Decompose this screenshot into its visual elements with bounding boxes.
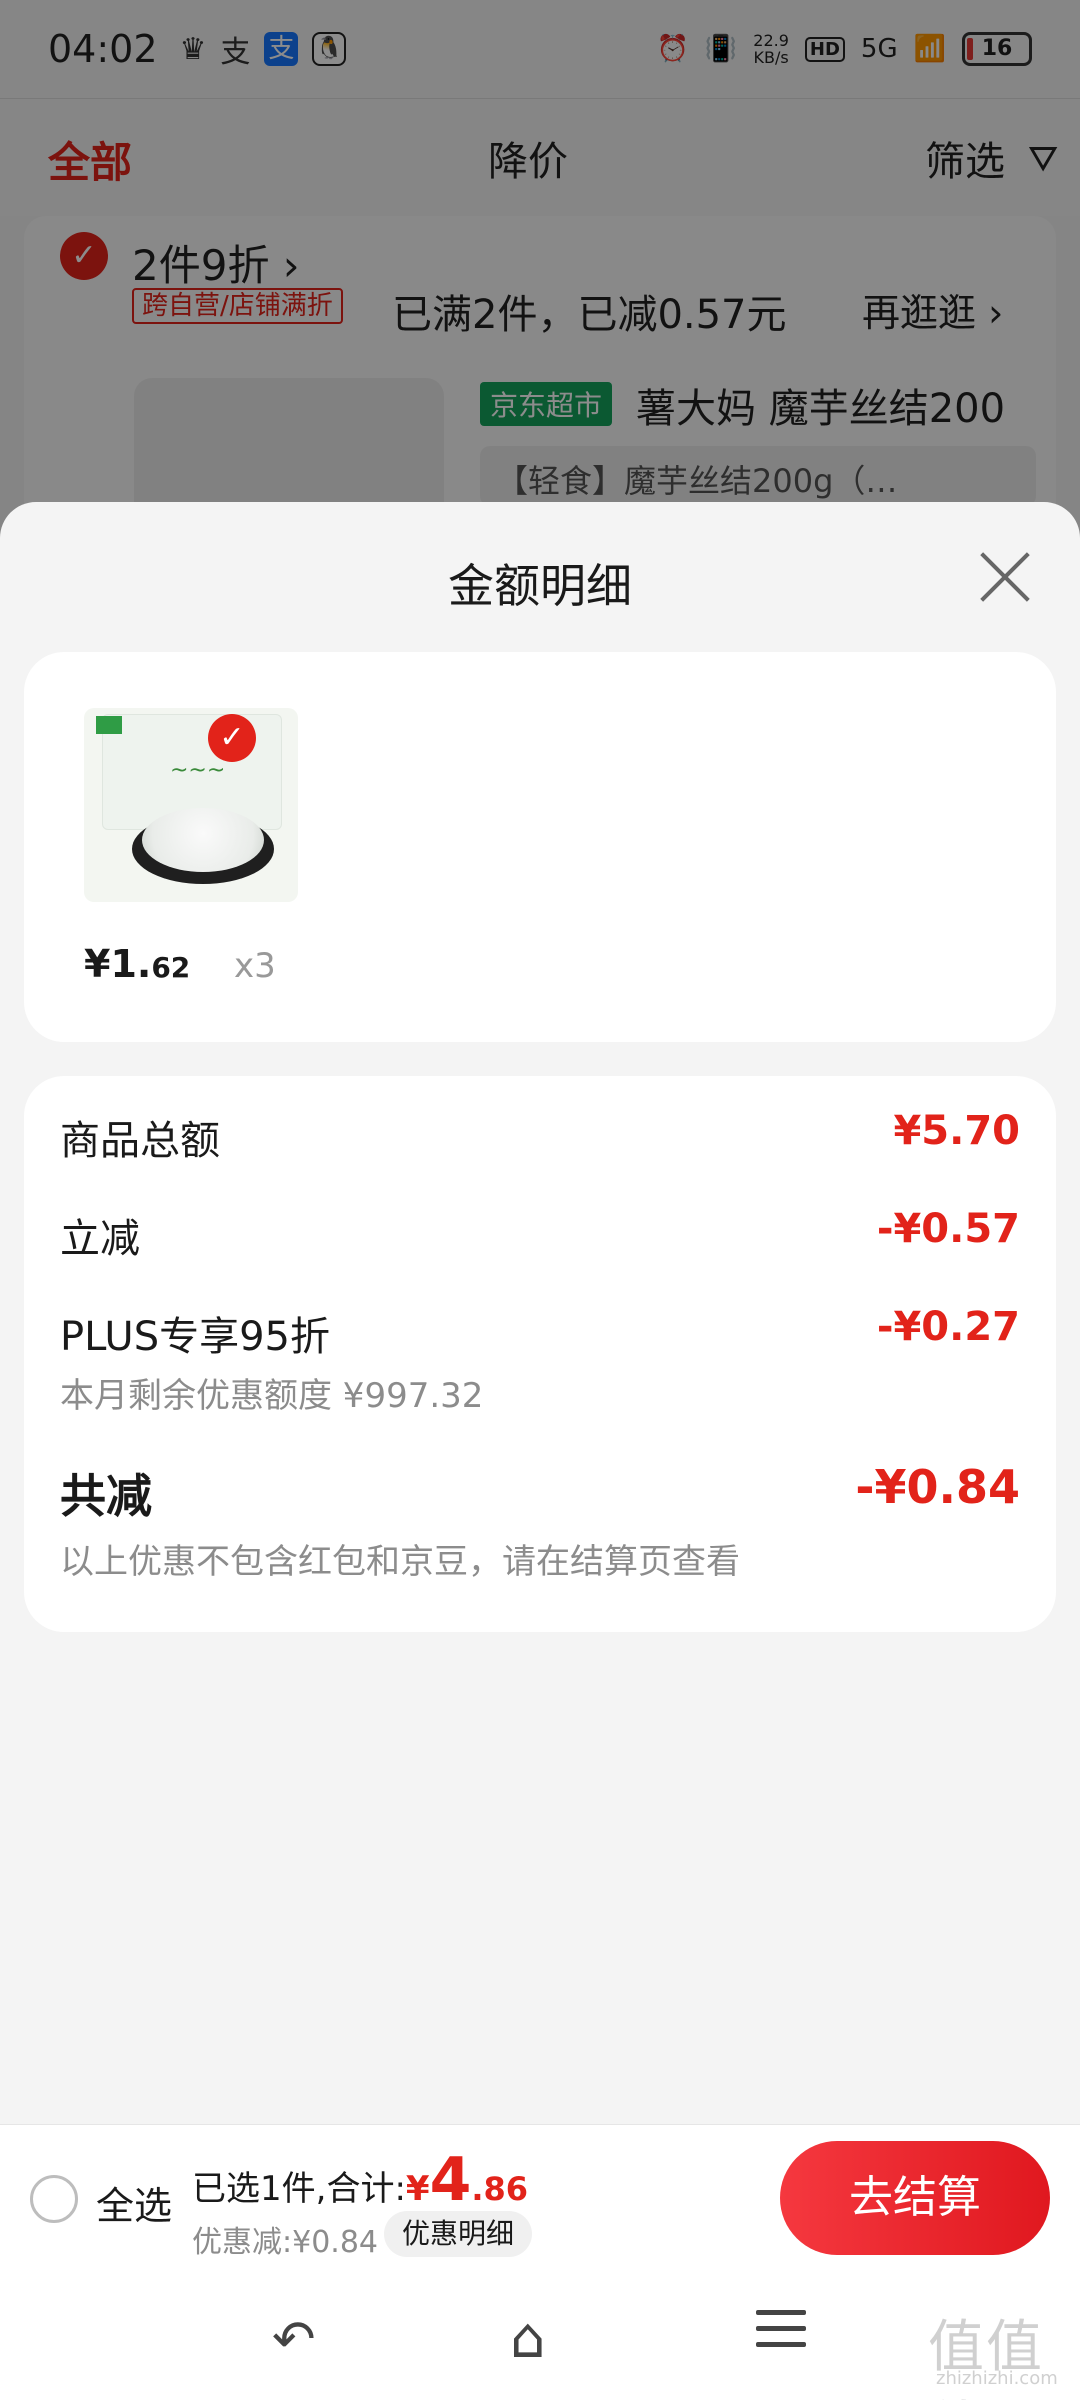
item-price: ¥1.62 <box>84 942 191 986</box>
price-breakdown-card: 商品总额 ¥5.70 立减 -¥0.57 PLUS专享95折 -¥0.27 本月… <box>24 1076 1056 1632</box>
watermark-url: zhizhizhi.com <box>936 2368 1058 2389</box>
goods-total-value: ¥5.70 <box>893 1108 1020 1154</box>
product-image: ~~~ <box>84 708 298 902</box>
selected-summary: 已选1件,合计:¥4.86 <box>192 2145 528 2215</box>
total-saved-label: 共减 <box>60 1469 152 1523</box>
plus-remaining-quota: 本月剩余优惠额度 ¥997.32 <box>60 1376 484 1416</box>
checkout-button[interactable]: 去结算 <box>780 2141 1050 2255</box>
modal-overlay[interactable] <box>0 0 1080 540</box>
select-all-checkbox[interactable] <box>30 2175 78 2223</box>
noodle-knots <box>142 808 264 872</box>
total-int: 4 <box>429 2145 472 2215</box>
currency-symbol: ¥ <box>405 2169 430 2209</box>
select-all-label[interactable]: 全选 <box>96 2175 172 2230</box>
selected-count-text: 已选1件,合计: <box>192 2169 406 2209</box>
amount-detail-sheet: 金额明细 ~~~ ✓ ¥1.62 x3 商品总额 ¥5.70 立减 -¥0.57… <box>0 502 1080 2124</box>
item-checked-icon: ✓ <box>208 714 256 762</box>
brand-label <box>96 716 122 734</box>
system-nav-bar: ↶ ⌂ 值值值 zhizhizhi.com <box>0 2272 1080 2400</box>
plus-discount-value: -¥0.27 <box>876 1304 1020 1350</box>
total-decimal: .86 <box>471 2170 529 2208</box>
goods-total-label: 商品总额 <box>60 1118 220 1164</box>
discount-detail-button[interactable]: 优惠明细 <box>384 2211 533 2257</box>
instant-discount-value: -¥0.57 <box>876 1206 1020 1252</box>
item-quantity: x3 <box>234 946 276 986</box>
home-icon[interactable]: ⌂ <box>510 2306 546 2371</box>
checkout-bar: 全选 已选1件,合计:¥4.86 优惠减:¥0.84 优惠明细 去结算 <box>0 2124 1080 2272</box>
sheet-title: 金额明细 <box>448 559 632 613</box>
back-icon[interactable]: ↶ <box>272 2310 316 2370</box>
plus-discount-label: PLUS专享95折 <box>60 1314 330 1360</box>
package-art: ~~~ <box>170 758 226 783</box>
total-saved-value: -¥0.84 <box>855 1460 1020 1514</box>
instant-discount-label: 立减 <box>60 1216 140 1262</box>
menu-icon[interactable] <box>756 2310 806 2350</box>
saved-note: 以上优惠不包含红包和京豆，请在结算页查看 <box>60 1542 740 1582</box>
discount-amount: 优惠减:¥0.84 <box>192 2225 378 2260</box>
close-icon[interactable] <box>976 548 1034 606</box>
selected-items-card: ~~~ ✓ ¥1.62 x3 <box>24 652 1056 1042</box>
